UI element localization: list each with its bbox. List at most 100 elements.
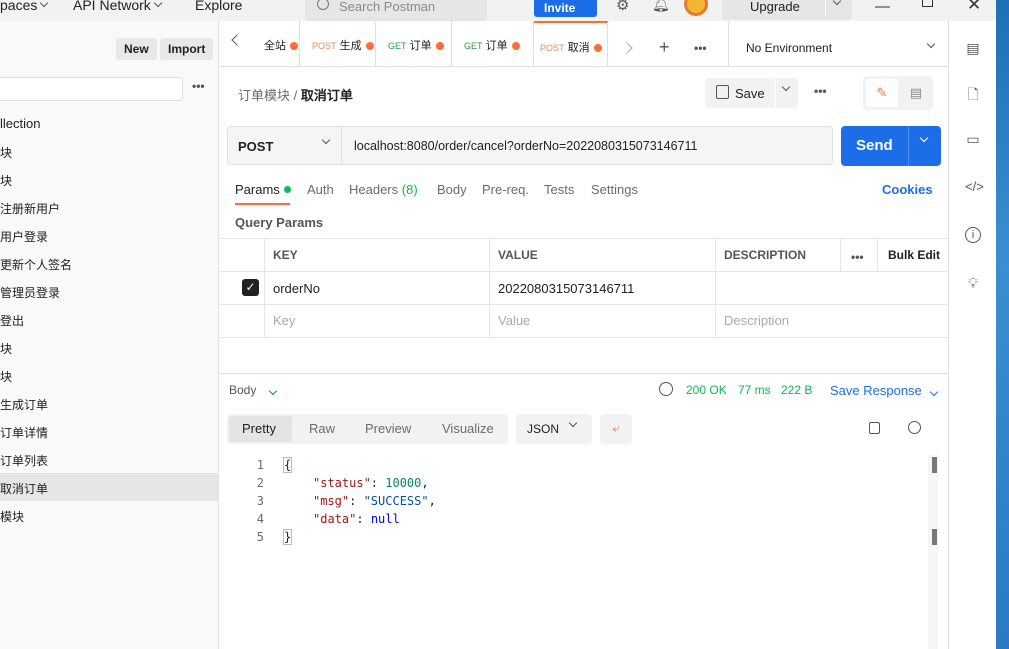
- tab-auth[interactable]: Auth: [307, 182, 334, 197]
- response-size[interactable]: 222 B: [781, 383, 812, 397]
- chevron-down-icon[interactable]: [919, 133, 929, 143]
- search-input[interactable]: Search Postman: [305, 0, 487, 21]
- search-response-icon[interactable]: [908, 421, 921, 434]
- scrollbar-thumb[interactable]: [932, 529, 937, 545]
- param-key-cell[interactable]: orderNo: [273, 281, 320, 296]
- sidebar-item-module[interactable]: 模块: [0, 501, 218, 529]
- tab-request-active[interactable]: POST 取消: [534, 21, 608, 66]
- scrollbar-thumb[interactable]: [932, 457, 937, 473]
- new-button[interactable]: New: [116, 38, 157, 60]
- documentation-icon[interactable]: 🗋: [965, 84, 981, 102]
- copy-icon[interactable]: [869, 422, 880, 434]
- sidebar-item-folder[interactable]: 块: [0, 165, 218, 193]
- view-tab-preview[interactable]: Preview: [365, 421, 411, 436]
- sidebar-item-collection[interactable]: llection: [0, 109, 218, 137]
- minimize-window-icon[interactable]: —: [875, 0, 890, 15]
- upgrade-label: Upgrade: [750, 0, 800, 14]
- breadcrumb-parent[interactable]: 订单模块: [238, 88, 290, 103]
- sidebar-item-folder[interactable]: 块: [0, 333, 218, 361]
- comment-icon[interactable]: ▤: [901, 79, 931, 107]
- status-code[interactable]: 200 OK: [686, 383, 727, 397]
- response-scrollbar[interactable]: [928, 455, 938, 649]
- tab-headers[interactable]: Headers (8): [349, 182, 418, 197]
- code-icon[interactable]: </>: [965, 179, 984, 195]
- sidebar-item-create-order[interactable]: 生成订单: [0, 389, 218, 417]
- environment-quick-look-icon[interactable]: ▤: [965, 40, 981, 56]
- maximize-window-icon[interactable]: [922, 0, 933, 7]
- view-tab-pretty[interactable]: Pretty: [242, 421, 276, 436]
- cookies-link[interactable]: Cookies: [882, 182, 933, 197]
- sidebar-item-order-detail[interactable]: 订单详情: [0, 417, 218, 445]
- response-body-select[interactable]: Body: [229, 383, 277, 397]
- tab-prereq[interactable]: Pre-req.: [482, 182, 529, 197]
- sidebar-item-order-list[interactable]: 订单列表: [0, 445, 218, 473]
- tab-tests[interactable]: Tests: [544, 182, 574, 197]
- tab-request[interactable]: GET 订单: [458, 21, 534, 66]
- table-border: [264, 238, 265, 337]
- tab-label: 订单: [409, 40, 432, 52]
- upgrade-button[interactable]: Upgrade: [722, 0, 852, 20]
- globe-icon[interactable]: [659, 382, 673, 396]
- more-options-icon[interactable]: •••: [192, 79, 205, 93]
- invite-button[interactable]: Invite: [534, 0, 597, 17]
- nav-workspaces[interactable]: paces: [0, 0, 49, 13]
- wrap-lines-icon[interactable]: ⤶: [600, 414, 632, 444]
- nav-explore[interactable]: Explore: [195, 0, 242, 13]
- view-tab-raw[interactable]: Raw: [309, 421, 335, 436]
- save-response-button[interactable]: Save Response: [830, 383, 939, 398]
- tab-body[interactable]: Body: [437, 182, 467, 197]
- new-description-input[interactable]: Description: [724, 313, 789, 328]
- environment-select[interactable]: No Environment: [746, 41, 832, 55]
- param-value-cell[interactable]: 2022080315073146711: [498, 281, 634, 296]
- tab-headers-label: Headers: [349, 182, 399, 197]
- tab-auth-label: Auth: [307, 182, 334, 197]
- sidebar-item-label: 块: [0, 370, 13, 384]
- comments-icon[interactable]: ▭: [965, 131, 981, 147]
- edit-pencil-icon[interactable]: ✎: [866, 79, 898, 107]
- settings-gear-icon[interactable]: ⚙: [616, 0, 629, 14]
- chevron-right-icon[interactable]: [621, 42, 633, 54]
- param-enabled-checkbox[interactable]: ✓: [242, 279, 259, 296]
- notification-bell-icon[interactable]: 🔔︎: [652, 0, 670, 13]
- breadcrumb-current[interactable]: 取消订单: [301, 88, 353, 103]
- chevron-left-icon[interactable]: [231, 34, 243, 46]
- view-tab-visualize[interactable]: Visualize: [442, 421, 494, 436]
- sidebar-item-register[interactable]: 注册新用户: [0, 193, 218, 221]
- chevron-down-icon[interactable]: [832, 0, 842, 6]
- sidebar-item-login[interactable]: 用户登录: [0, 221, 218, 249]
- lightbulb-icon[interactable]: 💡︎: [965, 275, 981, 291]
- tab-params[interactable]: Params: [235, 182, 291, 197]
- sidebar-item-folder[interactable]: 块: [0, 137, 218, 165]
- new-value-input[interactable]: Value: [498, 313, 530, 328]
- sidebar-item-update-signature[interactable]: 更新个人签名: [0, 249, 218, 277]
- info-icon[interactable]: i: [965, 227, 981, 243]
- tab-request[interactable]: 全站: [258, 21, 300, 66]
- sidebar-item-admin-login[interactable]: 管理员登录: [0, 277, 218, 305]
- save-response-label: Save Response: [830, 383, 922, 398]
- url-input[interactable]: localhost:8080/order/cancel?orderNo=2022…: [342, 126, 833, 165]
- close-window-icon[interactable]: ✕: [967, 0, 981, 15]
- tab-request[interactable]: POST 生成: [306, 21, 376, 66]
- chevron-down-icon[interactable]: [926, 39, 936, 49]
- send-button[interactable]: Send: [841, 126, 941, 166]
- new-key-input[interactable]: Key: [273, 313, 295, 328]
- chevron-down-icon[interactable]: [781, 82, 791, 92]
- response-time[interactable]: 77 ms: [738, 383, 771, 397]
- tab-options-icon[interactable]: •••: [694, 41, 707, 55]
- add-tab-icon[interactable]: +: [659, 37, 670, 58]
- method-select[interactable]: POST: [227, 126, 342, 165]
- sidebar-item-folder[interactable]: 块: [0, 361, 218, 389]
- sidebar-item-logout[interactable]: 登出: [0, 305, 218, 333]
- tab-settings[interactable]: Settings: [591, 182, 638, 197]
- tab-request[interactable]: GET 订单: [382, 21, 452, 66]
- json-key: "msg": [313, 494, 350, 508]
- request-options-icon[interactable]: •••: [814, 84, 827, 98]
- save-button[interactable]: Save: [705, 78, 798, 108]
- format-select[interactable]: JSON: [516, 414, 592, 444]
- sidebar-item-cancel-order[interactable]: 取消订单: [0, 473, 218, 501]
- column-options-icon[interactable]: •••: [851, 250, 864, 264]
- nav-api-network[interactable]: API Network: [73, 0, 163, 13]
- import-button[interactable]: Import: [160, 38, 214, 60]
- bulk-edit-button[interactable]: Bulk Edit: [888, 248, 940, 262]
- sidebar-filter-input[interactable]: [0, 77, 183, 101]
